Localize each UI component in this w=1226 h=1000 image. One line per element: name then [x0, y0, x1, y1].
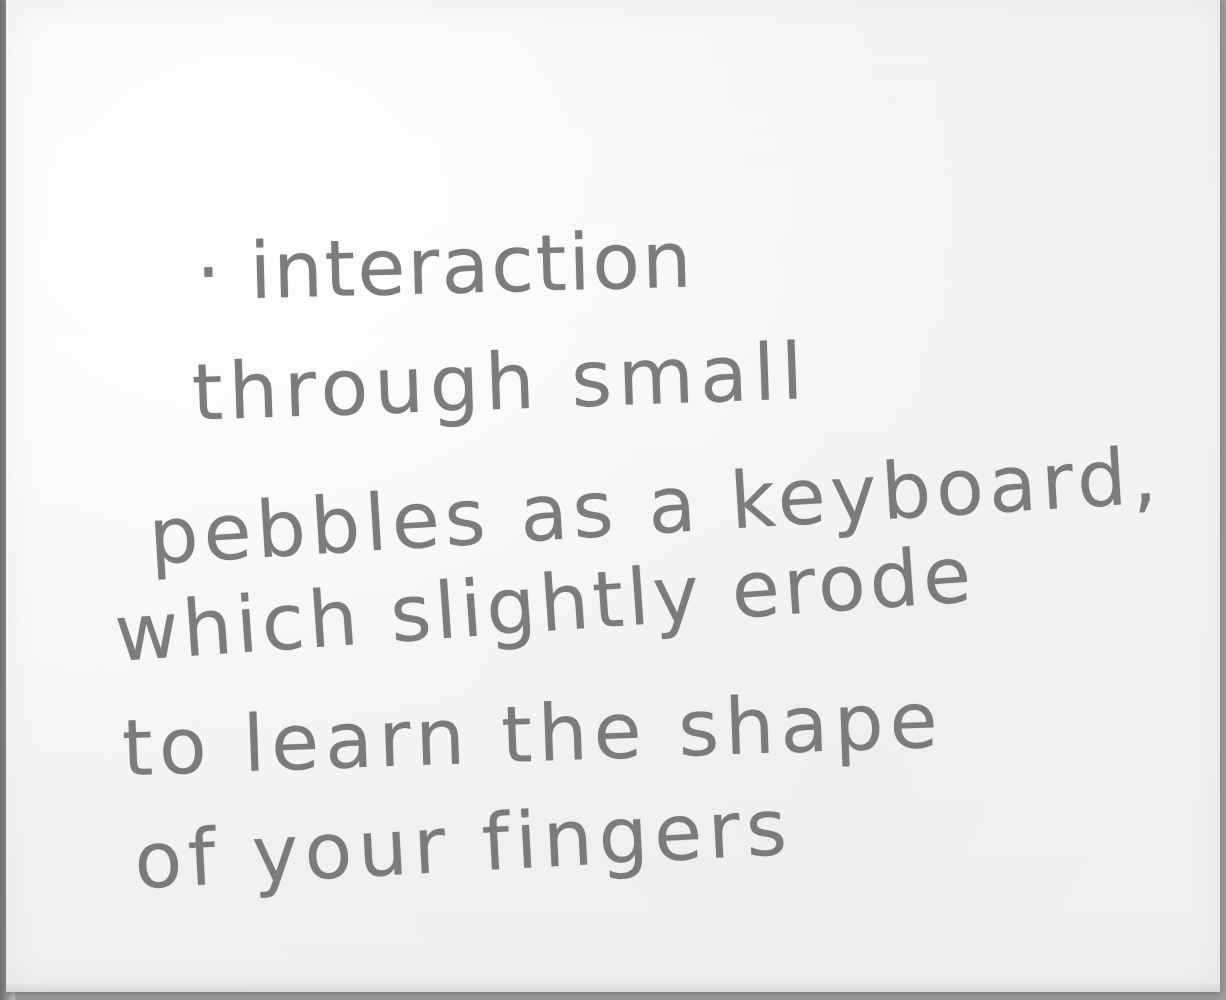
sticky-note: · interaction through small pebbles as a…	[6, 0, 1220, 992]
photo-scene: · interaction through small pebbles as a…	[0, 0, 1226, 1000]
note-line-1: · interaction	[194, 215, 695, 319]
handwritten-text: · interaction through small pebbles as a…	[6, 0, 1220, 992]
note-line-5: to learn the shape	[120, 675, 945, 795]
note-line-6: of your fingers	[132, 782, 795, 908]
note-line-2: through small	[190, 327, 811, 439]
